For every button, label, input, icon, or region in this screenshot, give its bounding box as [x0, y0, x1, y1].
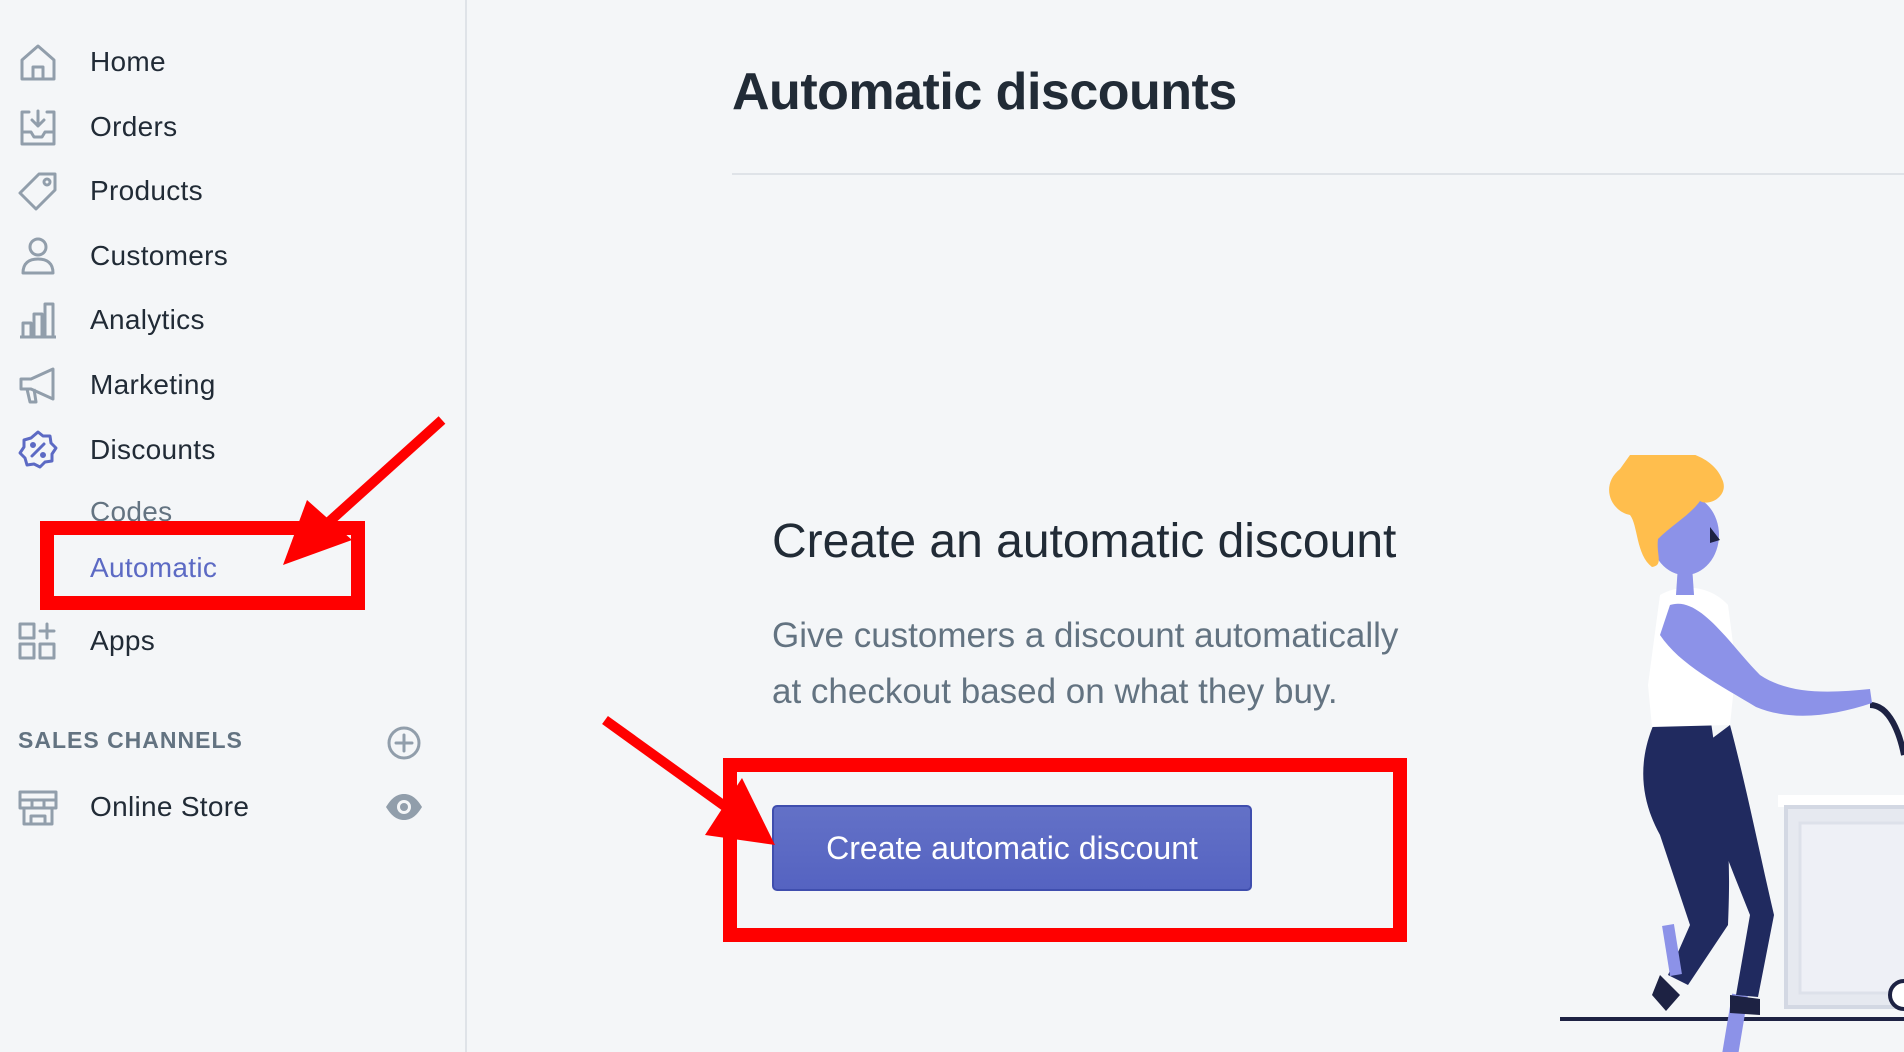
sidebar-item-apps[interactable]: Apps — [0, 611, 465, 671]
red-arrow-create-button — [602, 715, 775, 845]
sidebar-item-label: Apps — [90, 625, 156, 656]
sales-channels-title: SALES CHANNELS — [18, 727, 243, 753]
eye-icon[interactable] — [384, 792, 424, 822]
sidebar: Home Orders Products Customers Analytics… — [0, 0, 467, 1052]
tag-icon — [17, 170, 59, 212]
sidebar-item-discounts[interactable]: Discounts — [0, 420, 465, 480]
bar-chart-icon — [17, 299, 59, 341]
store-icon — [17, 786, 59, 828]
sidebar-item-orders[interactable]: Orders — [0, 97, 465, 157]
sidebar-item-home[interactable]: Home — [0, 32, 465, 92]
sidebar-subitem-automatic[interactable]: Automatic — [90, 552, 217, 584]
sidebar-item-label: Home — [90, 46, 166, 77]
sidebar-item-label: Online Store — [90, 791, 250, 822]
empty-state-illustration — [1560, 455, 1904, 1052]
sidebar-item-label: Marketing — [90, 369, 216, 400]
empty-state-heading: Create an automatic discount — [772, 515, 1397, 568]
sidebar-item-label: Analytics — [90, 304, 205, 335]
sidebar-item-marketing[interactable]: Marketing — [0, 355, 465, 415]
sidebar-item-label: Customers — [90, 240, 229, 271]
create-automatic-discount-button[interactable]: Create automatic discount — [772, 805, 1252, 891]
sidebar-item-label: Orders — [90, 111, 178, 142]
home-icon — [17, 41, 59, 83]
apps-grid-icon — [17, 620, 59, 662]
megaphone-icon — [17, 364, 59, 406]
discount-badge-icon — [17, 429, 59, 471]
sidebar-item-products[interactable]: Products — [0, 161, 465, 221]
empty-state-description: Give customers a discount automatically … — [772, 616, 1399, 711]
sidebar-item-label: Products — [90, 175, 203, 206]
sidebar-item-analytics[interactable]: Analytics — [0, 290, 465, 350]
sidebar-item-label: Discounts — [90, 434, 216, 465]
person-icon — [17, 235, 59, 277]
orders-icon — [17, 106, 59, 148]
title-divider — [732, 173, 1904, 175]
sidebar-subitem-codes[interactable]: Codes — [90, 496, 172, 528]
page-title: Automatic discounts — [732, 63, 1237, 121]
plus-circle-icon[interactable] — [386, 725, 422, 761]
sidebar-item-customers[interactable]: Customers — [0, 226, 465, 286]
